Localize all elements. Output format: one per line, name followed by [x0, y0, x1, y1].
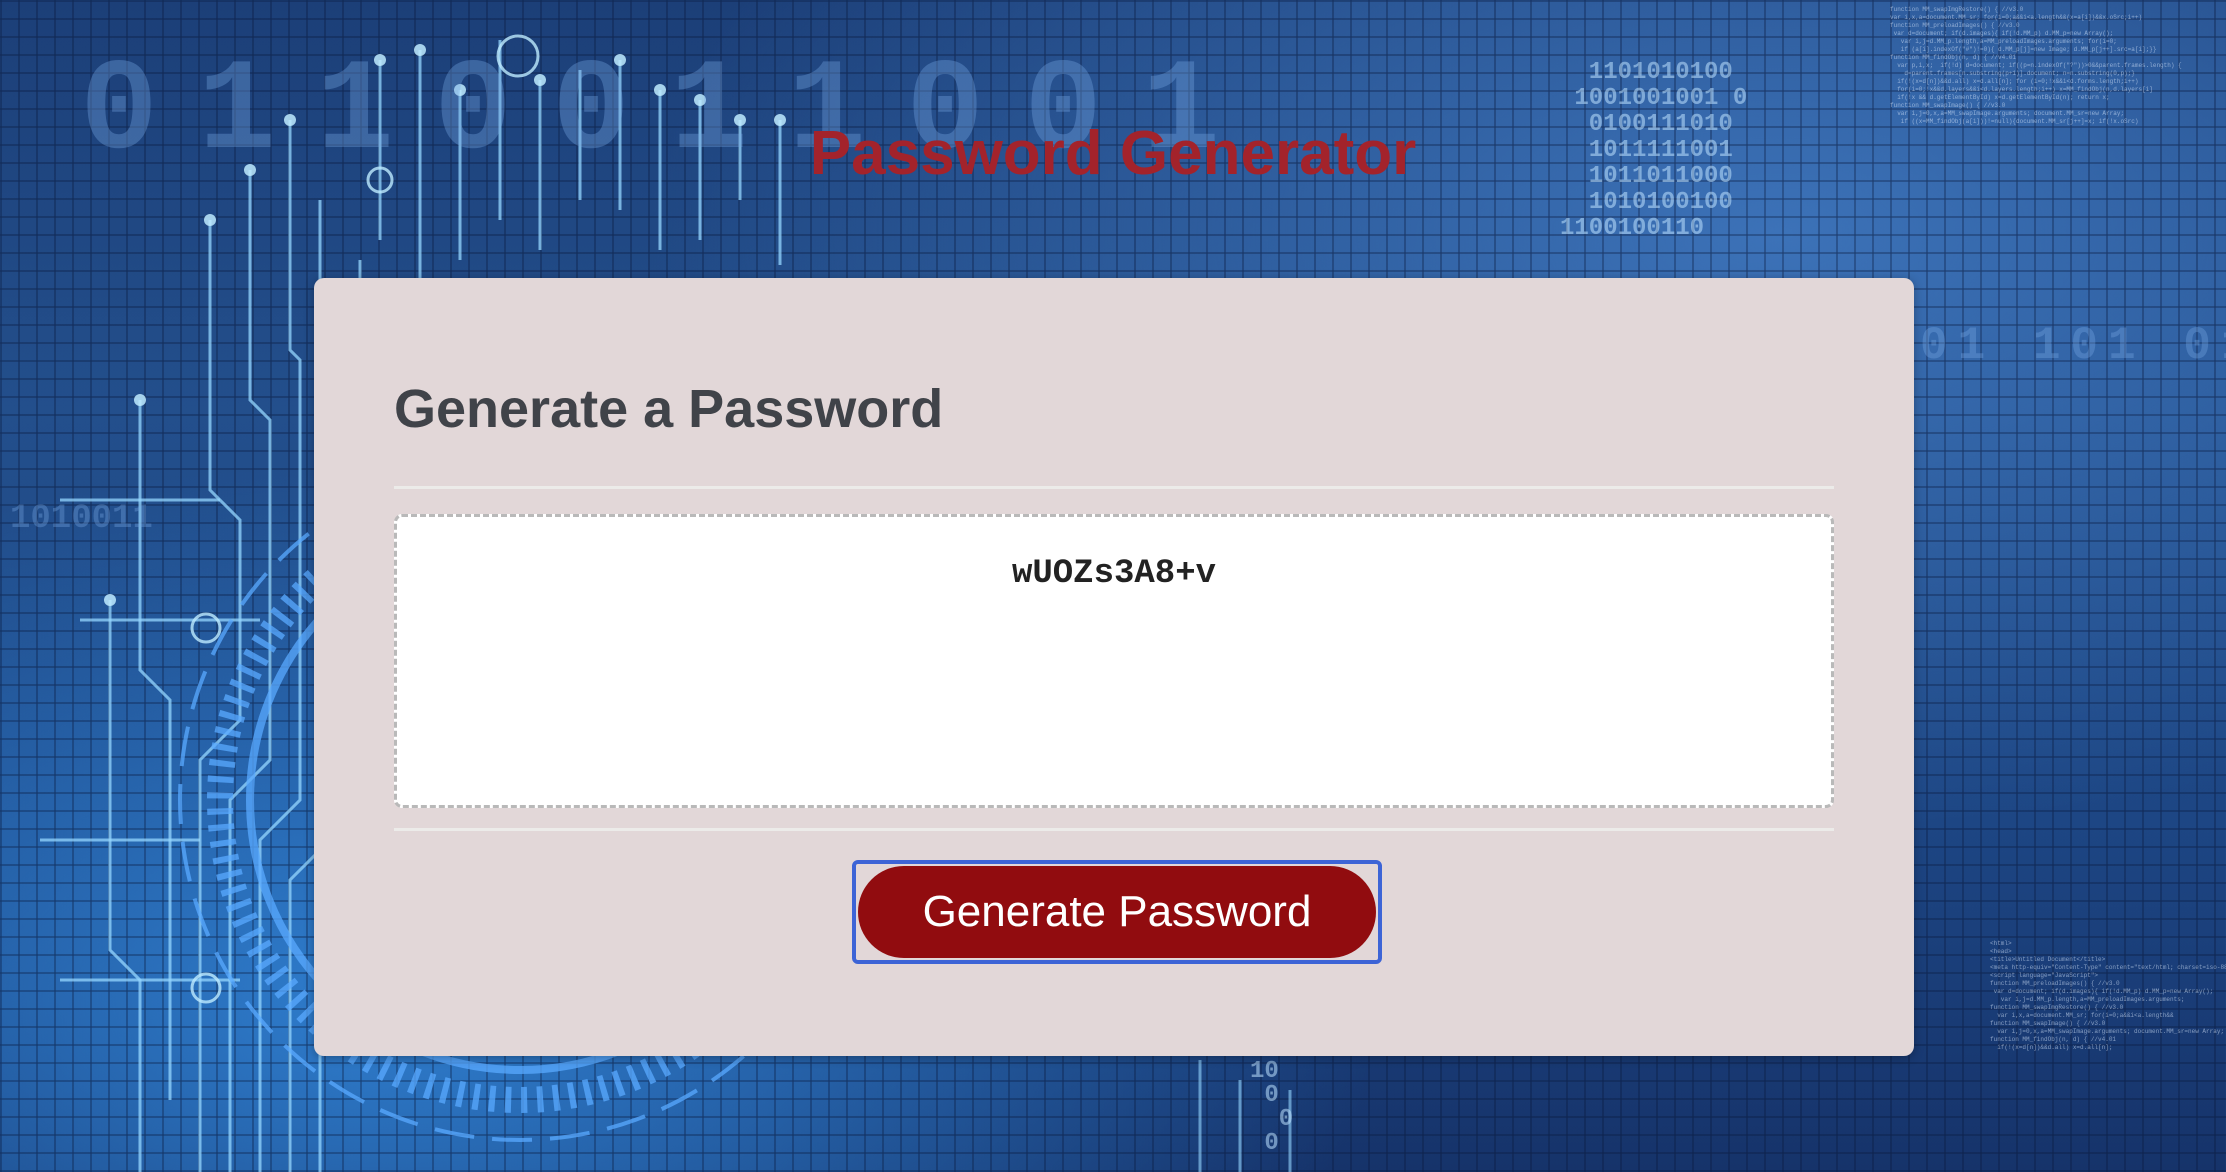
generate-password-button-label: Generate Password: [858, 866, 1376, 958]
background-code-bottomright: <html> <head> <title>Untitled Document</…: [1990, 940, 2226, 1051]
generate-password-button[interactable]: Generate Password: [852, 860, 1382, 964]
password-output-textarea[interactable]: wUOZs3A8+v: [394, 514, 1834, 808]
page-title: Password Generator: [809, 119, 1417, 188]
background-binary-left: 1010011: [10, 500, 153, 538]
background-binary-bottom: 10 0 0 0: [1250, 1058, 1294, 1157]
card-footer-divider: [394, 828, 1834, 831]
background-binary-far-right: 01 101 01: [1920, 320, 2226, 372]
card-heading: Generate a Password: [394, 379, 944, 439]
card-header-divider: [394, 486, 1834, 489]
background-code-topright: function MM_swapImgRestore() { //v3.0 va…: [1890, 6, 2182, 125]
password-card: Generate a Password wUOZs3A8+v Generate …: [314, 278, 1914, 1056]
